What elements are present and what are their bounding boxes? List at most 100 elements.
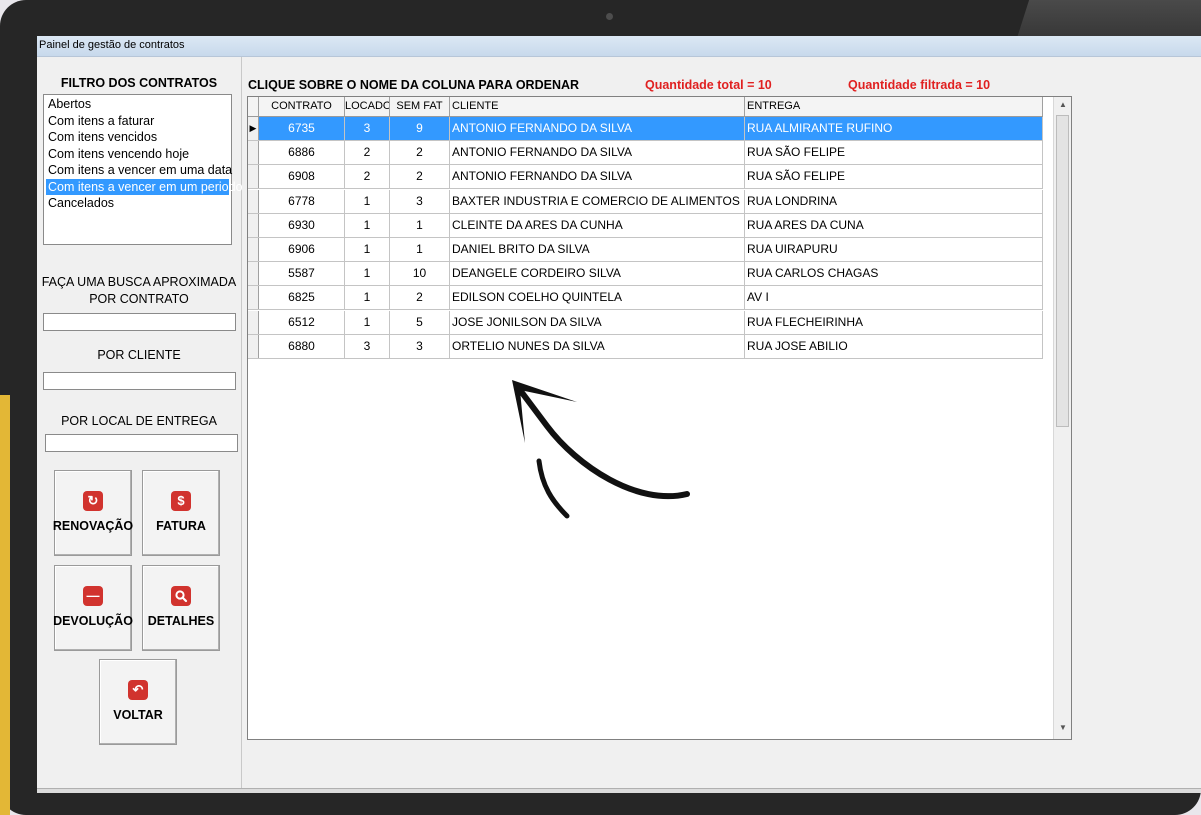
table-row[interactable]: 6512 1 5 JOSE JONILSON DA SILVA RUA FLECHEIR…	[248, 310, 1043, 335]
delivery-cell[interactable]: RUA SÃO FELIPE	[745, 141, 1043, 165]
filter-list[interactable]: Abertos Com itens a faturar Com itens venc…	[43, 94, 243, 245]
contract-cell[interactable]: 6512	[259, 310, 345, 334]
sem-fat-cell[interactable]: 2	[390, 165, 450, 189]
contract-search-input[interactable]	[43, 313, 236, 331]
sem-fat-cell[interactable]: 2	[390, 141, 450, 165]
contract-cell[interactable]: 6825	[259, 286, 345, 310]
client-cell[interactable]: BAXTER INDUSTRIA E COMERCIO DE ALIMENTOS…	[450, 189, 745, 213]
delivery-cell[interactable]: RUA LONDRINA	[745, 189, 1043, 213]
refresh-icon: ↻	[83, 491, 103, 511]
return-button-label: DEVOLUÇÃO	[53, 614, 133, 628]
contract-cell[interactable]: 6908	[259, 165, 345, 189]
row-header[interactable]	[248, 310, 259, 334]
row-header[interactable]	[248, 165, 259, 189]
sem-fat-cell[interactable]: 1	[390, 238, 450, 261]
client-cell[interactable]: JOSE JONILSON DA SILVA	[450, 310, 745, 334]
sem-fat-cell[interactable]: 10	[390, 262, 450, 286]
delivery-cell[interactable]: AV I	[745, 286, 1043, 310]
row-header[interactable]	[248, 334, 259, 358]
column-header-locado[interactable]: LOCADO	[345, 97, 390, 116]
client-search-input[interactable]	[43, 372, 236, 390]
client-cell[interactable]: ANTONIO FERNANDO DA SILVA	[450, 117, 745, 140]
delivery-cell[interactable]: RUA UIRAPURU	[745, 238, 1043, 261]
column-header-contrato[interactable]: CONTRATO	[259, 97, 345, 116]
row-header[interactable]: ▶	[248, 117, 259, 140]
invoice-button[interactable]: $ FATURA	[142, 470, 220, 556]
delivery-cell[interactable]: RUA JOSE ABILIO	[745, 334, 1043, 358]
delivery-cell[interactable]: RUA SÃO FELIPE	[745, 165, 1043, 189]
locado-cell[interactable]: 1	[345, 189, 390, 213]
renewal-button[interactable]: ↻ RENOVAÇÃO	[53, 470, 133, 556]
table-row[interactable]: 6930 1 1 CLEINTE DA ARES DA CUNHA RUA ARES D…	[248, 213, 1043, 238]
locado-cell[interactable]: 1	[345, 238, 390, 261]
table-row[interactable]: ▶ 6735 3 9 ANTONIO FERNANDO DA SILVA RUA ALMI…	[248, 117, 1043, 141]
locado-cell[interactable]: 2	[345, 165, 390, 189]
filter-item[interactable]: Com itens vencidos	[46, 129, 229, 145]
filter-item[interactable]: Abertos	[46, 96, 229, 112]
contract-cell[interactable]: 6930	[259, 213, 345, 237]
filter-item[interactable]: Cancelados	[46, 195, 229, 211]
contract-cell[interactable]: 6906	[259, 238, 345, 261]
table-row[interactable]: 6825 1 2 EDILSON COELHO QUINTELA AV I	[248, 286, 1043, 311]
client-cell[interactable]: ANTONIO FERNANDO DA SILVA	[450, 165, 745, 189]
filter-item[interactable]: Com itens vencendo hoje	[46, 146, 229, 162]
client-cell[interactable]: ANTONIO FERNANDO DA SILVA	[450, 141, 745, 165]
contract-cell[interactable]: 6886	[259, 141, 345, 165]
vertical-scrollbar[interactable]: ▲ ▼	[1053, 97, 1071, 739]
locado-cell[interactable]: 3	[345, 334, 390, 358]
locado-cell[interactable]: 3	[345, 117, 390, 140]
client-cell[interactable]: DANIEL BRITO DA SILVA	[450, 238, 745, 261]
sem-fat-cell[interactable]: 1	[390, 213, 450, 237]
column-header-cliente[interactable]: CLIENTE	[450, 97, 745, 116]
scroll-down-icon[interactable]: ▼	[1054, 723, 1071, 732]
client-cell[interactable]: CLEINTE DA ARES DA CUNHA	[450, 213, 745, 237]
sem-fat-cell[interactable]: 3	[390, 334, 450, 358]
locado-cell[interactable]: 1	[345, 286, 390, 310]
contract-cell[interactable]: 6880	[259, 334, 345, 358]
row-header[interactable]	[248, 238, 259, 261]
column-header-sem-fat[interactable]: SEM FAT	[390, 97, 450, 116]
table-row[interactable]: 5587 1 10 DEANGELE CORDEIRO SILVA RUA CARLOS…	[248, 262, 1043, 287]
contract-cell[interactable]: 5587	[259, 262, 345, 286]
invoice-button-label: FATURA	[156, 519, 206, 533]
row-header[interactable]	[248, 262, 259, 286]
filtered-count: Quantidade filtrada = 10	[848, 78, 991, 92]
back-button[interactable]: ↶ VOLTAR	[99, 659, 177, 745]
locado-cell[interactable]: 1	[345, 262, 390, 286]
scroll-up-icon[interactable]: ▲	[1054, 100, 1071, 109]
location-search-label: POR LOCAL DE ENTREGA	[61, 414, 217, 428]
scroll-thumb[interactable]	[1056, 115, 1069, 427]
row-header[interactable]	[248, 286, 259, 310]
client-cell[interactable]: EDILSON COELHO QUINTELA	[450, 286, 745, 310]
table-row[interactable]: 6906 1 1 DANIEL BRITO DA SILVA RUA UIRAPURU	[248, 238, 1043, 262]
row-header[interactable]	[248, 213, 259, 237]
contract-cell[interactable]: 6735	[259, 117, 345, 140]
client-cell[interactable]: ORTELIO NUNES DA SILVA	[450, 334, 745, 358]
table-row[interactable]: 6778 1 3 BAXTER INDUSTRIA E COMERCIO DE ALI…	[248, 189, 1043, 214]
sem-fat-cell[interactable]: 9	[390, 117, 450, 140]
contract-cell[interactable]: 6778	[259, 189, 345, 213]
sem-fat-cell[interactable]: 3	[390, 189, 450, 213]
filter-item[interactable]: Com itens a vencer em uma data	[46, 162, 232, 178]
filter-item[interactable]: Com itens a faturar	[46, 113, 229, 129]
location-search-input[interactable]	[45, 434, 238, 452]
return-button[interactable]: — DEVOLUÇÃO	[53, 565, 133, 651]
delivery-cell[interactable]: RUA ARES DA CUNA	[745, 213, 1043, 237]
column-header-entrega[interactable]: ENTREGA	[745, 97, 1043, 116]
sem-fat-cell[interactable]: 5	[390, 310, 450, 334]
details-button[interactable]: DETALHES	[142, 565, 220, 651]
delivery-cell[interactable]: RUA FLECHEIRINHA	[745, 310, 1043, 334]
client-cell[interactable]: DEANGELE CORDEIRO SILVA	[450, 262, 745, 286]
locado-cell[interactable]: 1	[345, 310, 390, 334]
table-row[interactable]: 6908 2 2 ANTONIO FERNANDO DA SILVA RUA SÃO F…	[248, 165, 1043, 190]
delivery-cell[interactable]: RUA ALMIRANTE RUFINO	[745, 117, 1043, 140]
row-header[interactable]	[248, 189, 259, 213]
sem-fat-cell[interactable]: 2	[390, 286, 450, 310]
table-row[interactable]: 6886 2 2 ANTONIO FERNANDO DA SILVA RUA SÃO F…	[248, 141, 1043, 166]
locado-cell[interactable]: 1	[345, 213, 390, 237]
table-row[interactable]: 6880 3 3 ORTELIO NUNES DA SILVA RUA JOSE ABI…	[248, 334, 1043, 359]
delivery-cell[interactable]: RUA CARLOS CHAGAS	[745, 262, 1043, 286]
filter-item[interactable]: Com itens a vencer em um periodo	[46, 178, 243, 195]
locado-cell[interactable]: 2	[345, 141, 390, 165]
row-header[interactable]	[248, 141, 259, 165]
